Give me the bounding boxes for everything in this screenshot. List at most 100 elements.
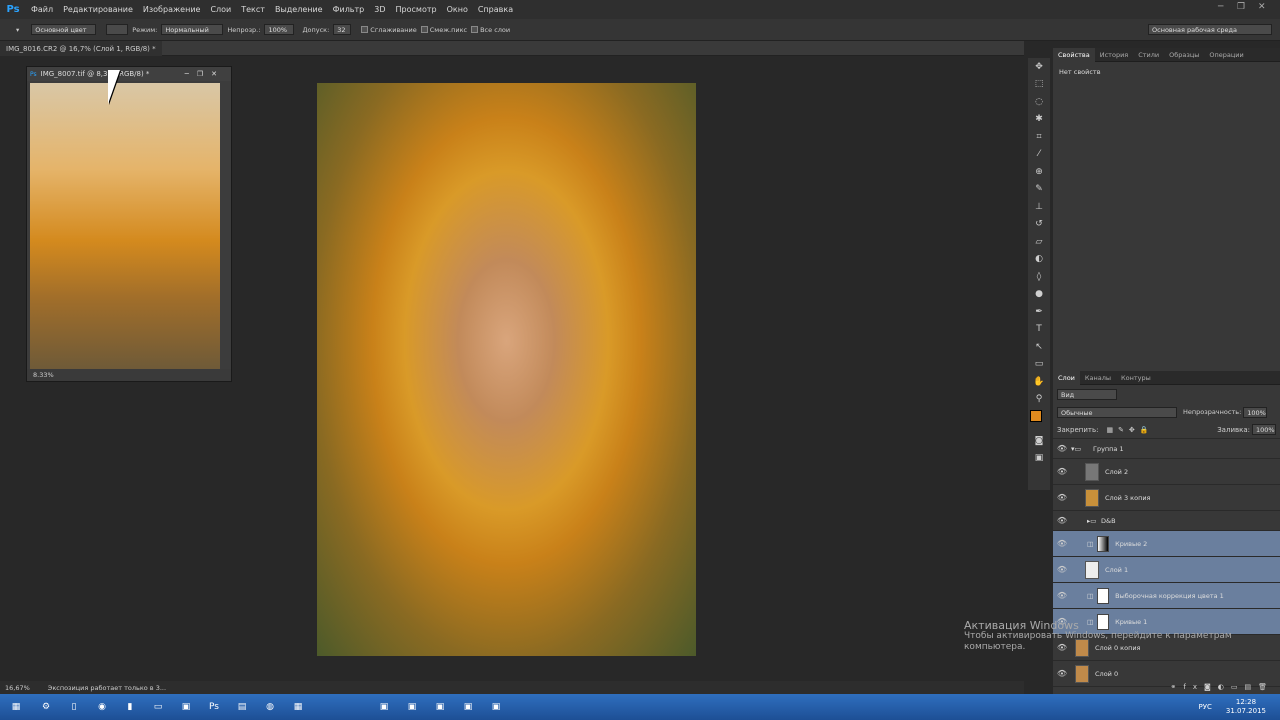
- tray-clock[interactable]: 12:28 31.07.2015: [1226, 698, 1266, 716]
- taskbar-app-icon[interactable]: ▤: [230, 697, 254, 717]
- menu-window[interactable]: Окно: [442, 5, 473, 14]
- taskbar-app-icon[interactable]: ▯: [62, 697, 86, 717]
- dodge-tool-icon[interactable]: ●: [1028, 286, 1050, 304]
- layer-row[interactable]: 👁 ▾▭ Группа 1: [1053, 439, 1280, 459]
- minimize-icon[interactable]: ─: [1218, 2, 1223, 12]
- tray-language[interactable]: РУС: [1199, 703, 1212, 711]
- menu-layers[interactable]: Слои: [205, 5, 236, 14]
- taskbar-app-icon[interactable]: ▣: [174, 697, 198, 717]
- smoothing-checkbox[interactable]: Сглаживание: [361, 26, 417, 34]
- taskbar-firefox-icon[interactable]: ◍: [258, 697, 282, 717]
- menu-help[interactable]: Справка: [473, 5, 518, 14]
- move-tool-icon[interactable]: ✥: [1028, 58, 1050, 76]
- layer-filter-select[interactable]: Вид: [1057, 388, 1117, 400]
- taskbar-photoshop-icon[interactable]: Ps: [202, 697, 226, 717]
- layer-row[interactable]: 👁 ▸▭ D&B: [1053, 511, 1280, 531]
- document-tab[interactable]: IMG_8016.CR2 @ 16,7% (Слой 1, RGB/8) *: [0, 41, 162, 56]
- eraser-tool-icon[interactable]: ▱: [1028, 233, 1050, 251]
- taskbar-window-icon[interactable]: ▣: [372, 697, 396, 717]
- blend-mode-select[interactable]: Обычные: [1057, 406, 1177, 418]
- menu-select[interactable]: Выделение: [270, 5, 328, 14]
- opacity-input[interactable]: 100%: [264, 24, 295, 35]
- tab-layers[interactable]: Слои: [1053, 370, 1080, 385]
- eye-icon[interactable]: 👁: [1053, 669, 1071, 678]
- close-icon[interactable]: ✕: [1258, 2, 1266, 12]
- floating-window-titlebar[interactable]: Ps IMG_8007.tif @ 8,3... (RGB/8) * ─❐✕: [27, 67, 231, 81]
- brush-tool-icon[interactable]: ✎: [1028, 181, 1050, 199]
- tolerance-input[interactable]: 32: [333, 24, 352, 35]
- menu-edit[interactable]: Редактирование: [58, 5, 138, 14]
- hand-tool-icon[interactable]: ✋: [1028, 373, 1050, 391]
- layer-row[interactable]: 👁 Слой 1: [1053, 557, 1280, 583]
- layer-row[interactable]: 👁 Слой 3 копия: [1053, 485, 1280, 511]
- contiguous-checkbox[interactable]: Смеж.пикс: [420, 26, 467, 34]
- taskbar-app-icon[interactable]: ▮: [118, 697, 142, 717]
- layer-opacity-input[interactable]: 100%: [1243, 406, 1268, 418]
- paint-bucket-icon[interactable]: ▾: [16, 26, 19, 34]
- taskbar-window-icon[interactable]: ▣: [400, 697, 424, 717]
- floating-window-controls[interactable]: ─❐✕: [185, 70, 225, 78]
- taskbar-window-icon[interactable]: ▣: [428, 697, 452, 717]
- clone-stamp-tool-icon[interactable]: ⊥: [1028, 198, 1050, 216]
- shape-tool-icon[interactable]: ▭: [1028, 356, 1050, 374]
- path-selection-tool-icon[interactable]: ↖: [1028, 338, 1050, 356]
- layers-bottom-toolbar[interactable]: ⚭fx◙◐▭▤🗑: [1053, 680, 1280, 694]
- eye-icon[interactable]: 👁: [1053, 565, 1071, 574]
- tab-actions[interactable]: Операции: [1204, 51, 1248, 59]
- color-swatches[interactable]: [1028, 408, 1050, 432]
- menu-image[interactable]: Изображение: [138, 5, 206, 14]
- taskbar-app-icon[interactable]: ◉: [90, 697, 114, 717]
- taskbar-app-icon[interactable]: ▭: [146, 697, 170, 717]
- zoom-tool-icon[interactable]: ⚲: [1028, 391, 1050, 409]
- taskbar-window-icon[interactable]: ▣: [484, 697, 508, 717]
- workspace-select[interactable]: Основная рабочая среда: [1148, 24, 1272, 35]
- tab-swatches[interactable]: Образцы: [1164, 51, 1204, 59]
- foreground-color-swatch[interactable]: [1030, 410, 1042, 422]
- tab-styles[interactable]: Стили: [1133, 51, 1164, 59]
- lasso-tool-icon[interactable]: ◌: [1028, 93, 1050, 111]
- layer-row[interactable]: 👁 ◫ Кривые 2: [1053, 531, 1280, 557]
- folder-icon[interactable]: ▾▭: [1071, 445, 1093, 453]
- tab-properties[interactable]: Свойства: [1053, 47, 1095, 62]
- tab-paths[interactable]: Контуры: [1116, 374, 1156, 382]
- screen-mode-icon[interactable]: ▣: [1028, 450, 1050, 468]
- taskbar-window-icon[interactable]: ▣: [456, 697, 480, 717]
- eye-icon[interactable]: 👁: [1053, 444, 1071, 453]
- menu-text[interactable]: Текст: [236, 5, 270, 14]
- fill-source-select[interactable]: Основной цвет: [31, 24, 97, 35]
- healing-brush-tool-icon[interactable]: ⊕: [1028, 163, 1050, 181]
- crop-tool-icon[interactable]: ⌗: [1028, 128, 1050, 146]
- taskbar-app-icon[interactable]: ⚙: [34, 697, 58, 717]
- menu-view[interactable]: Просмотр: [391, 5, 442, 14]
- magic-wand-tool-icon[interactable]: ✱: [1028, 111, 1050, 129]
- menu-file[interactable]: Файл: [26, 5, 58, 14]
- marquee-tool-icon[interactable]: ⬚: [1028, 76, 1050, 94]
- maximize-icon[interactable]: ❐: [1237, 2, 1245, 12]
- start-button-icon[interactable]: ▦: [2, 697, 30, 717]
- eye-icon[interactable]: 👁: [1053, 467, 1071, 476]
- folder-icon[interactable]: ▸▭: [1071, 517, 1101, 525]
- all-layers-checkbox[interactable]: Все слои: [471, 26, 510, 34]
- pattern-select[interactable]: [106, 24, 129, 35]
- eye-icon[interactable]: 👁: [1053, 516, 1071, 525]
- eyedropper-tool-icon[interactable]: ⁄: [1028, 146, 1050, 164]
- mode-select[interactable]: Нормальный: [161, 24, 224, 35]
- tab-channels[interactable]: Каналы: [1080, 374, 1116, 382]
- pen-tool-icon[interactable]: ✒: [1028, 303, 1050, 321]
- eye-icon[interactable]: 👁: [1053, 539, 1071, 548]
- lock-icons[interactable]: ▦✎✥🔒: [1106, 426, 1153, 434]
- floating-document-window[interactable]: Ps IMG_8007.tif @ 8,3... (RGB/8) * ─❐✕ 8…: [26, 66, 232, 382]
- type-tool-icon[interactable]: T: [1028, 321, 1050, 339]
- menu-filter[interactable]: Фильтр: [328, 5, 370, 14]
- layer-row[interactable]: 👁 ◫ Выборочная коррекция цвета 1: [1053, 583, 1280, 609]
- layer-row[interactable]: 👁 Слой 2: [1053, 459, 1280, 485]
- history-brush-tool-icon[interactable]: ↺: [1028, 216, 1050, 234]
- main-canvas-image[interactable]: [317, 83, 696, 656]
- quick-mask-icon[interactable]: ◙: [1028, 432, 1050, 450]
- blur-tool-icon[interactable]: ◊: [1028, 268, 1050, 286]
- eye-icon[interactable]: 👁: [1053, 591, 1071, 600]
- fill-input[interactable]: 100%: [1252, 424, 1276, 435]
- menu-3d[interactable]: 3D: [369, 5, 390, 14]
- tab-history[interactable]: История: [1095, 51, 1133, 59]
- taskbar-app-icon[interactable]: ▦: [286, 697, 310, 717]
